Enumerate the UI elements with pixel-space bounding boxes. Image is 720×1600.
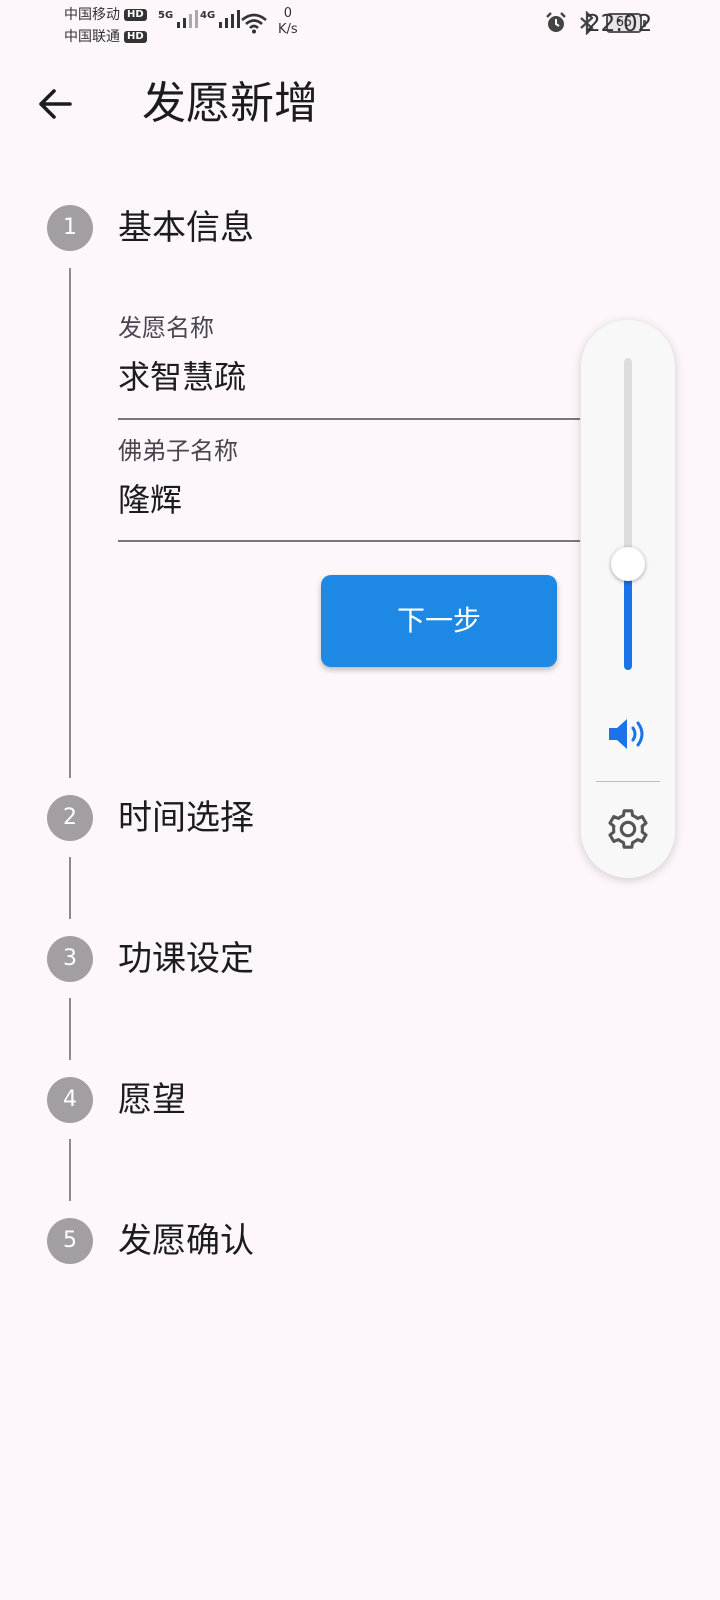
step-connector bbox=[69, 268, 71, 778]
wish-name-label: 发愿名称 bbox=[118, 314, 214, 342]
step-4-indicator[interactable]: 4 bbox=[47, 1077, 93, 1123]
signal-label: 4G bbox=[200, 10, 216, 21]
hd-badge: HD bbox=[124, 31, 147, 43]
step-3-indicator[interactable]: 3 bbox=[47, 936, 93, 982]
disciple-name-label: 佛弟子名称 bbox=[118, 437, 238, 465]
volume-divider bbox=[596, 781, 660, 782]
step-1-indicator[interactable]: 1 bbox=[47, 205, 93, 251]
network-speed-unit: K/s bbox=[278, 22, 298, 37]
step-5-title[interactable]: 发愿确认 bbox=[118, 1219, 254, 1263]
signal-5g-icon: 5G bbox=[158, 10, 199, 28]
wish-name-underline bbox=[118, 418, 580, 420]
step-2-indicator[interactable]: 2 bbox=[47, 795, 93, 841]
status-time: 22:02 bbox=[586, 11, 653, 37]
carrier-1: 中国移动 bbox=[64, 7, 120, 23]
step-5-indicator[interactable]: 5 bbox=[47, 1218, 93, 1264]
volume-panel bbox=[581, 320, 675, 878]
network-speed-value: 0 bbox=[283, 6, 292, 21]
arrow-left-icon[interactable] bbox=[34, 82, 78, 126]
alarm-icon bbox=[546, 12, 566, 32]
carrier-2: 中国联通 bbox=[64, 29, 120, 45]
status-bar: 中国移动 HD 中国联通 HD 5G 4G 0 K/s 65 22:02 bbox=[0, 0, 720, 48]
disciple-name-field[interactable]: 隆辉 bbox=[118, 478, 182, 522]
wifi-icon bbox=[241, 13, 267, 34]
step-connector bbox=[69, 857, 71, 919]
speaker-icon[interactable] bbox=[607, 716, 649, 752]
volume-slider-thumb[interactable] bbox=[611, 547, 645, 581]
step-1-title[interactable]: 基本信息 bbox=[118, 206, 254, 250]
hd-badge: HD bbox=[124, 9, 147, 21]
next-step-button[interactable]: 下一步 bbox=[321, 575, 557, 667]
gear-icon[interactable] bbox=[605, 806, 651, 852]
wish-name-field[interactable]: 求智慧疏 bbox=[118, 355, 246, 399]
page-title: 发愿新增 bbox=[142, 78, 318, 129]
step-connector bbox=[69, 998, 71, 1060]
disciple-name-underline bbox=[118, 540, 580, 542]
carrier-info: 中国移动 HD 中国联通 HD bbox=[64, 4, 147, 48]
step-connector bbox=[69, 1139, 71, 1201]
network-speed: 0 K/s bbox=[278, 6, 298, 38]
step-2-title[interactable]: 时间选择 bbox=[118, 796, 254, 840]
step-4-title[interactable]: 愿望 bbox=[118, 1078, 186, 1122]
signal-label: 5G bbox=[158, 10, 174, 21]
step-3-title[interactable]: 功课设定 bbox=[118, 937, 254, 981]
signal-4g-icon: 4G bbox=[200, 10, 241, 28]
